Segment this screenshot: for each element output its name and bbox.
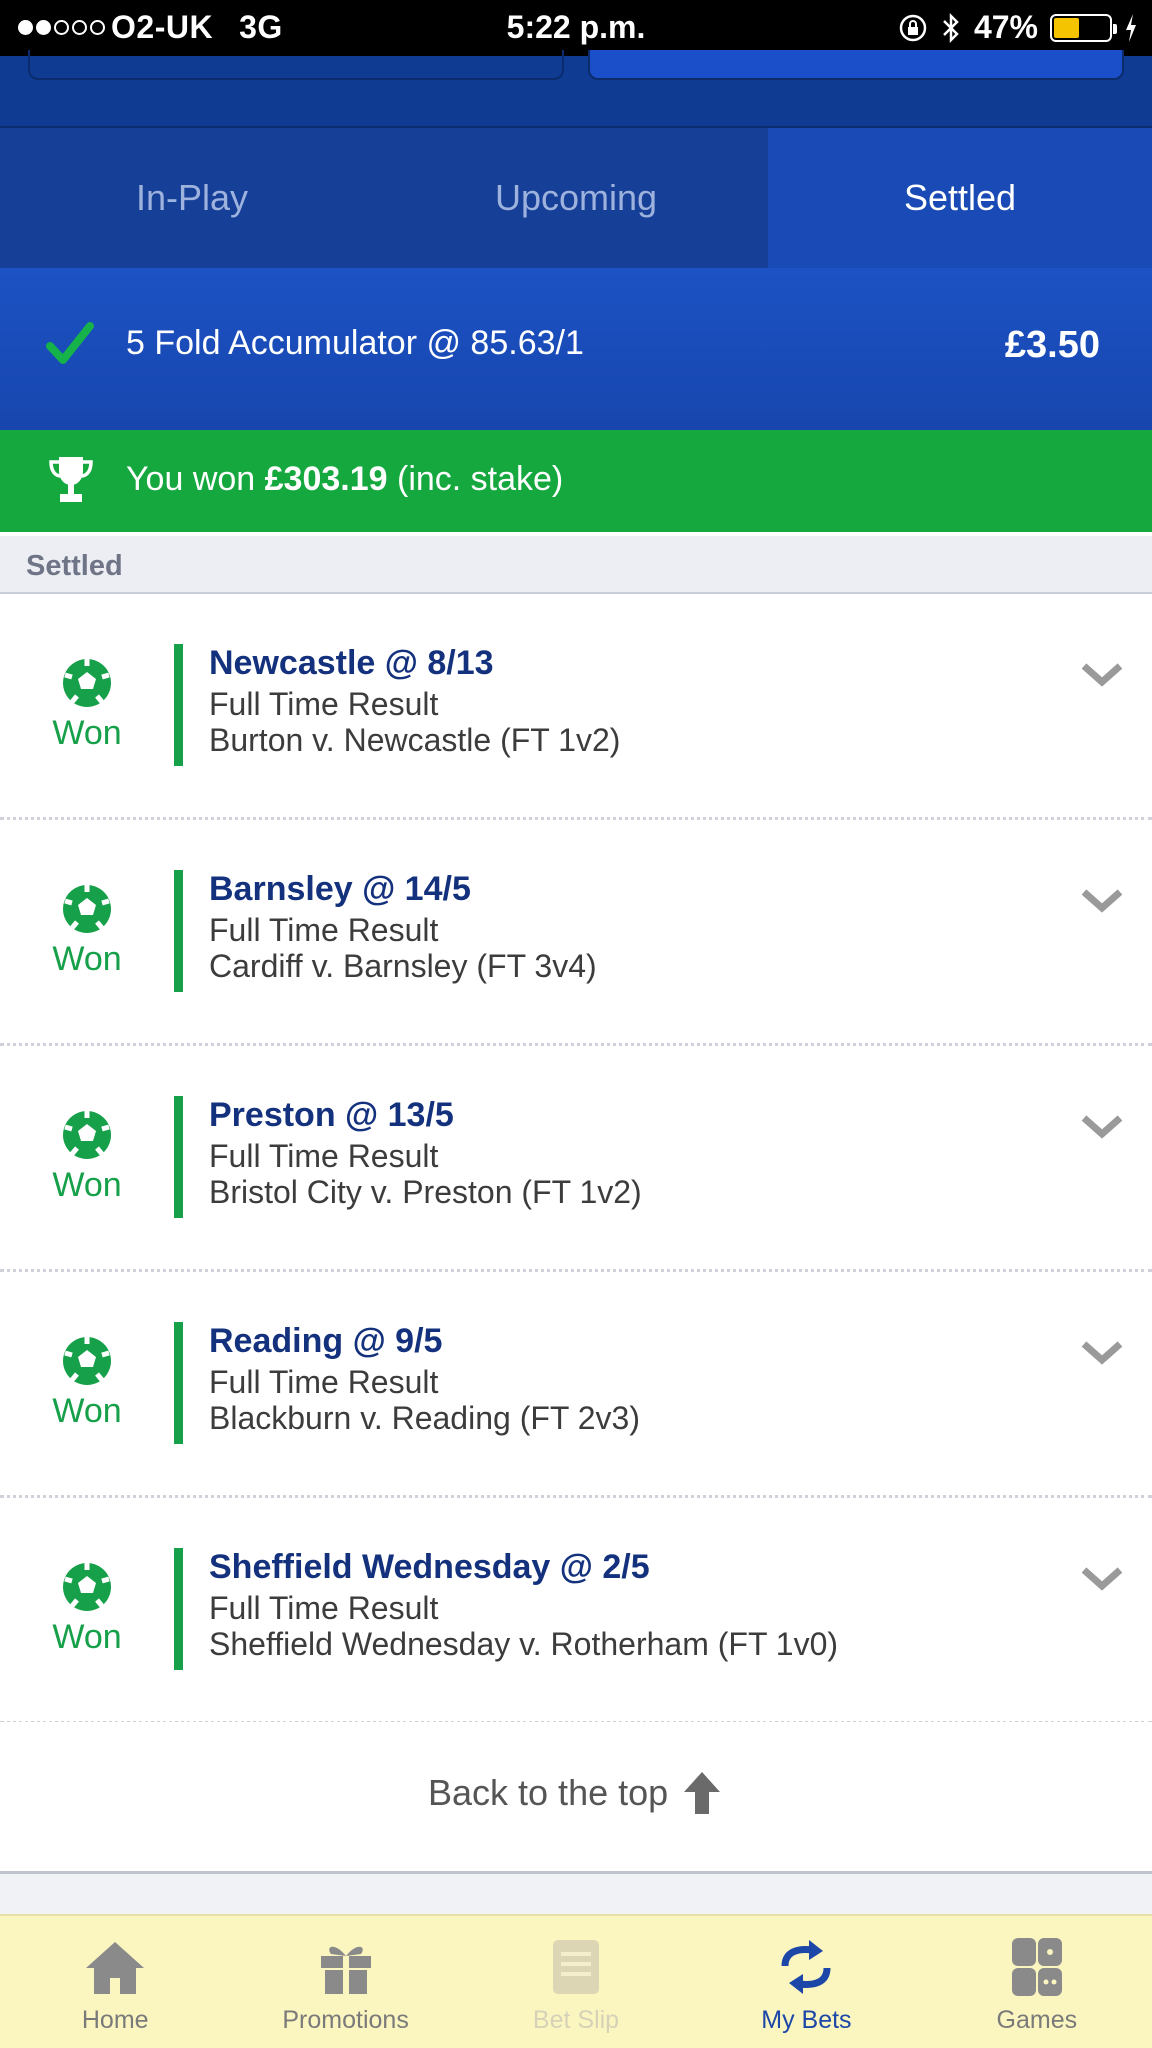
selection-name: Sheffield Wednesday @ 2/5: [209, 1548, 650, 1586]
home-icon: [86, 1942, 145, 1994]
chevron-down-icon[interactable]: [1078, 884, 1126, 916]
result-bar: [174, 644, 183, 766]
bet-tabs: In-Play Upcoming Settled: [0, 128, 1152, 268]
nav-games[interactable]: Games: [922, 1916, 1152, 2048]
back-to-top-link[interactable]: Back to the top: [428, 1770, 722, 1816]
selection-name: Newcastle @ 8/13: [209, 644, 494, 682]
chevron-down-icon[interactable]: [1078, 658, 1126, 690]
battery-icon: [1050, 13, 1117, 42]
gift-icon: [320, 1946, 371, 1994]
battery-percent: 47%: [973, 9, 1038, 45]
won-prefix: You won: [126, 460, 265, 498]
won-message: You won £303.19 (inc. stake): [126, 460, 563, 499]
won-suffix: (inc. stake): [387, 460, 564, 498]
section-header: Settled: [0, 532, 1152, 594]
bluetooth-icon: [943, 12, 959, 43]
betslip-icon: [553, 1940, 600, 1994]
charging-icon: [1126, 13, 1136, 42]
nav-my-bets[interactable]: My Bets: [691, 1916, 921, 2048]
nav-home-label: Home: [81, 2006, 149, 2034]
selection-event: Burton v. Newcastle (FT 1v2): [209, 722, 621, 758]
result-label: Won: [52, 1618, 122, 1656]
selection-result: Won: [30, 1560, 144, 1657]
selection-row[interactable]: Won Barnsley @ 14/5 Full Time Result Car…: [0, 820, 1152, 1046]
football-icon: [63, 1563, 111, 1611]
arrow-up-icon: [684, 1772, 721, 1814]
nav-bet-slip[interactable]: Bet Slip: [461, 1916, 691, 2048]
selection-result: Won: [30, 656, 144, 753]
top-filter-strip: [0, 50, 1152, 128]
selection-event: Sheffield Wednesday v. Rotherham (FT 1v0…: [209, 1626, 839, 1662]
selection-event: Cardiff v. Barnsley (FT 3v4): [209, 948, 597, 984]
section-title: Settled: [26, 550, 123, 582]
result-label: Won: [52, 1166, 122, 1204]
bet-title: 5 Fold Accumulator @ 85.63/1: [126, 324, 584, 362]
selection-market: Full Time Result: [209, 1138, 439, 1174]
chevron-down-icon[interactable]: [1078, 1110, 1126, 1142]
orientation-lock-icon: [899, 14, 927, 41]
filter-box-right[interactable]: [588, 50, 1124, 80]
won-banner: You won £303.19 (inc. stake): [0, 430, 1152, 532]
result-label: Won: [52, 940, 122, 978]
selection-market: Full Time Result: [209, 1590, 439, 1626]
selection-row[interactable]: Won Reading @ 9/5 Full Time Result Black…: [0, 1272, 1152, 1498]
back-to-top-label: Back to the top: [428, 1772, 669, 1813]
result-label: Won: [52, 1392, 122, 1430]
games-icon: [1011, 1938, 1062, 1996]
nav-my-bets-label: My Bets: [761, 2006, 852, 2034]
result-bar: [174, 1548, 183, 1670]
selection-result: Won: [30, 1108, 144, 1205]
chevron-down-icon[interactable]: [1078, 1336, 1126, 1368]
won-amount: £303.19: [264, 460, 388, 498]
nav-bet-slip-label: Bet Slip: [532, 2006, 620, 2034]
back-to-top-section: Back to the top: [0, 1722, 1152, 1874]
selection-row[interactable]: Won Sheffield Wednesday @ 2/5 Full Time …: [0, 1498, 1152, 1724]
selection-market: Full Time Result: [209, 1364, 439, 1400]
football-icon: [63, 885, 111, 933]
nav-home[interactable]: Home: [0, 1916, 230, 2048]
content-bottom-gap: [0, 1874, 1152, 1914]
result-bar: [174, 1322, 183, 1444]
selection-result: Won: [30, 882, 144, 979]
filter-box-left[interactable]: [28, 50, 564, 80]
selection-market: Full Time Result: [209, 686, 439, 722]
mybets-icon: [781, 1940, 831, 1994]
checkmark-icon: [46, 322, 94, 364]
nav-promotions[interactable]: Promotions: [230, 1916, 460, 2048]
nav-promotions-label: Promotions: [282, 2006, 409, 2034]
status-bar-right: 47%: [898, 9, 1138, 46]
result-label: Won: [52, 714, 122, 752]
football-icon: [63, 1111, 111, 1159]
bet-header[interactable]: 5 Fold Accumulator @ 85.63/1 £3.50: [0, 268, 1152, 430]
selection-row[interactable]: Won Preston @ 13/5 Full Time Result Bris…: [0, 1046, 1152, 1272]
selection-result: Won: [30, 1334, 144, 1431]
tab-in-play[interactable]: In-Play: [0, 128, 384, 268]
trophy-icon: [49, 457, 93, 502]
bet-stake: £3.50: [1004, 324, 1100, 366]
bottom-nav: Home Promotions Bet Slip My Bets Games: [0, 1914, 1152, 2048]
result-bar: [174, 1096, 183, 1218]
selection-row[interactable]: Won Newcastle @ 8/13 Full Time Result Bu…: [0, 594, 1152, 820]
selection-name: Barnsley @ 14/5: [209, 870, 471, 908]
selection-name: Reading @ 9/5: [209, 1322, 443, 1360]
selection-event: Blackburn v. Reading (FT 2v3): [209, 1400, 640, 1436]
nav-games-label: Games: [996, 2006, 1078, 2034]
selection-name: Preston @ 13/5: [209, 1096, 454, 1134]
tab-settled[interactable]: Settled: [768, 128, 1152, 268]
selection-market: Full Time Result: [209, 912, 439, 948]
selection-event: Bristol City v. Preston (FT 1v2): [209, 1174, 642, 1210]
football-icon: [63, 659, 111, 707]
status-bar: O2-UK 3G 5:22 p.m. 47%: [0, 0, 1152, 56]
football-icon: [63, 1337, 111, 1385]
chevron-down-icon[interactable]: [1078, 1562, 1126, 1594]
result-bar: [174, 870, 183, 992]
tab-upcoming[interactable]: Upcoming: [384, 128, 768, 268]
